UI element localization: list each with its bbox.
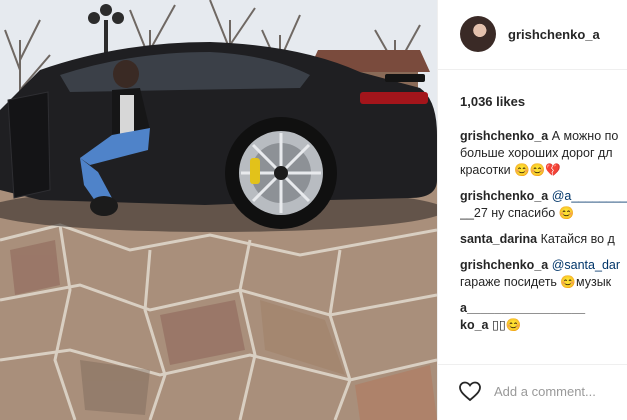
comment-mention[interactable]: @santa_dar — [552, 258, 620, 272]
comment-text-line: __27 ну спасибо 😊 — [460, 206, 575, 220]
comment-mention[interactable]: @a________________ — [552, 189, 627, 203]
username-link[interactable]: grishchenko_a — [508, 27, 600, 42]
avatar[interactable] — [460, 16, 496, 52]
comment-item: grishchenko_a А можно по — [460, 128, 627, 145]
action-bar: Add a comment... — [438, 364, 627, 420]
comment-text: Катайся во д — [540, 232, 615, 246]
post-sidebar: grishchenko_a 1,036 likes grishchenko_a … — [437, 0, 627, 420]
photo-illustration — [0, 0, 437, 420]
comment-text: ▯▯😊 — [491, 318, 522, 332]
comment-author[interactable]: grishchenko_a — [460, 189, 548, 203]
comment-item: grishchenko_a @santa_dar — [460, 257, 627, 274]
comment-text: А можно по — [551, 129, 619, 143]
comment-text-line: больше хороших дорог дл — [460, 146, 613, 160]
comment-text-line: красотки 😊😊💔 — [460, 163, 561, 177]
post-header: grishchenko_a — [438, 0, 627, 70]
comments-list: grishchenko_a А можно по больше хороших … — [460, 128, 627, 334]
comment-author[interactable]: a_________________ — [460, 301, 585, 315]
likes-count[interactable]: 1,036 likes — [460, 94, 525, 109]
comment-author[interactable]: grishchenko_a — [460, 129, 548, 143]
comment-author[interactable]: ko_a — [460, 318, 489, 332]
comment-item: grishchenko_a @a________________ — [460, 188, 627, 205]
comment-author[interactable]: grishchenko_a — [460, 258, 548, 272]
heart-icon[interactable] — [458, 379, 482, 403]
add-comment-input[interactable]: Add a comment... — [494, 384, 596, 399]
comment-item: a_________________ — [460, 300, 627, 317]
comment-item: santa_darina Катайся во д — [460, 231, 627, 248]
post-photo[interactable] — [0, 0, 437, 420]
comment-text-line: гараже посидеть 😊музык — [460, 275, 612, 289]
comment-item: ko_a ▯▯😊 — [460, 317, 627, 334]
comment-author[interactable]: santa_darina — [460, 232, 537, 246]
